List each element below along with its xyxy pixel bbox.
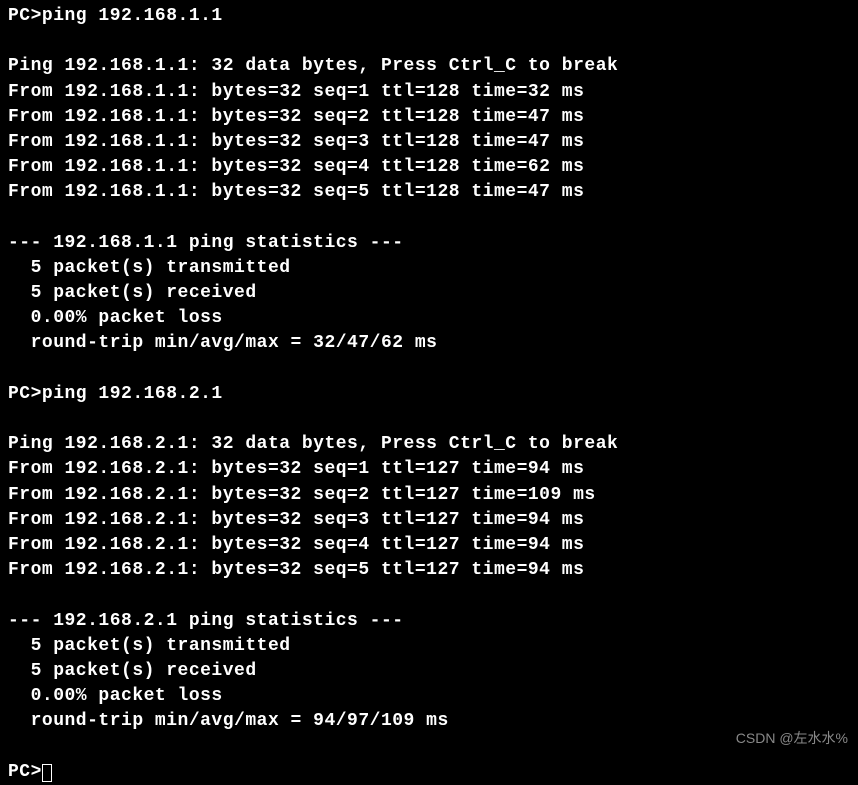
watermark-text: CSDN @左水水%: [736, 729, 848, 749]
prompt-text: PC>: [8, 762, 42, 782]
ping-header-2: Ping 192.168.2.1: 32 data bytes, Press C…: [8, 432, 850, 457]
stats-rtt: round-trip min/avg/max = 94/97/109 ms: [8, 709, 850, 734]
stats-rtt: round-trip min/avg/max = 32/47/62 ms: [8, 331, 850, 356]
stats-received: 5 packet(s) received: [8, 281, 850, 306]
command-prompt-2: PC>ping 192.168.2.1: [8, 382, 850, 407]
ping-reply: From 192.168.1.1: bytes=32 seq=1 ttl=128…: [8, 80, 850, 105]
stats-loss: 0.00% packet loss: [8, 684, 850, 709]
ping-reply: From 192.168.1.1: bytes=32 seq=2 ttl=128…: [8, 105, 850, 130]
stats-transmitted: 5 packet(s) transmitted: [8, 256, 850, 281]
top-partial-command: PC>ping 192.168.1.1: [8, 4, 850, 29]
stats-transmitted: 5 packet(s) transmitted: [8, 634, 850, 659]
blank-line: [8, 206, 850, 231]
blank-line: [8, 357, 850, 382]
blank-line: [8, 407, 850, 432]
ping-reply: From 192.168.1.1: bytes=32 seq=3 ttl=128…: [8, 130, 850, 155]
blank-line: [8, 583, 850, 608]
stats-loss: 0.00% packet loss: [8, 306, 850, 331]
ping-reply: From 192.168.2.1: bytes=32 seq=1 ttl=127…: [8, 457, 850, 482]
stats-received: 5 packet(s) received: [8, 659, 850, 684]
stats-header-2: --- 192.168.2.1 ping statistics ---: [8, 609, 850, 634]
stats-header-1: --- 192.168.1.1 ping statistics ---: [8, 231, 850, 256]
ping-reply: From 192.168.2.1: bytes=32 seq=2 ttl=127…: [8, 483, 850, 508]
ping-reply: From 192.168.1.1: bytes=32 seq=5 ttl=128…: [8, 180, 850, 205]
ping-reply: From 192.168.2.1: bytes=32 seq=4 ttl=127…: [8, 533, 850, 558]
blank-line: [8, 29, 850, 54]
ping-reply: From 192.168.2.1: bytes=32 seq=5 ttl=127…: [8, 558, 850, 583]
ping-reply: From 192.168.2.1: bytes=32 seq=3 ttl=127…: [8, 508, 850, 533]
active-prompt[interactable]: PC>: [8, 760, 850, 785]
cursor-icon: [42, 764, 52, 782]
ping-header-1: Ping 192.168.1.1: 32 data bytes, Press C…: [8, 54, 850, 79]
ping-reply: From 192.168.1.1: bytes=32 seq=4 ttl=128…: [8, 155, 850, 180]
blank-line: [8, 734, 850, 759]
terminal-output: PC>ping 192.168.1.1 Ping 192.168.1.1: 32…: [8, 4, 850, 785]
